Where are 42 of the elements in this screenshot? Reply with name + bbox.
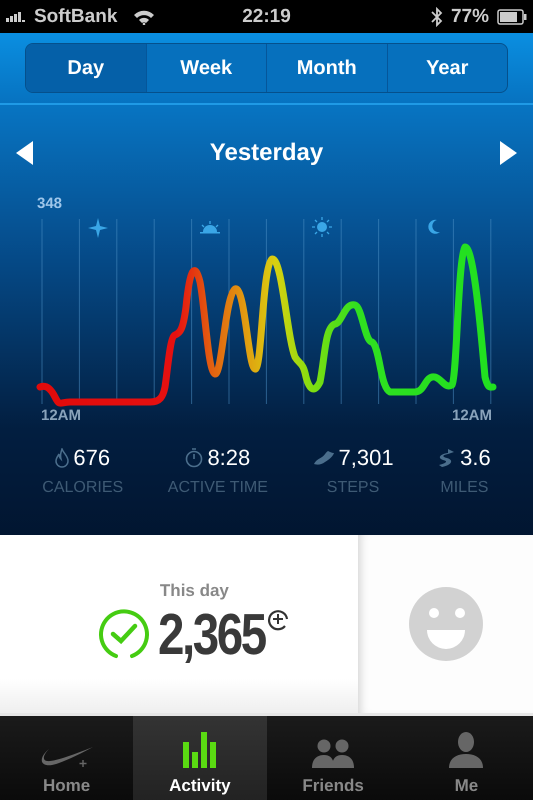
end-time-label: 12AM (452, 407, 492, 424)
wifi-icon (133, 8, 156, 24)
star-icon (88, 218, 108, 238)
stat-value: 7,301 (338, 445, 394, 471)
tab-bar-item[interactable]: Home (0, 716, 134, 800)
sunrise-icon (200, 220, 220, 234)
tab-bar-item[interactable]: Activity (133, 716, 266, 800)
tab-bar-item[interactable]: Me (400, 716, 533, 800)
route-icon (438, 448, 456, 468)
period-tab[interactable]: Week (146, 44, 266, 92)
shoe-icon (312, 450, 334, 466)
max-value-label: 348 (37, 195, 62, 212)
summary-title: This day (160, 580, 230, 600)
date-title: Yesterday (210, 139, 324, 167)
start-time-label: 12AM (41, 407, 82, 424)
battery-percent: 77% (450, 6, 489, 28)
bar-chart-icon (182, 732, 217, 768)
sun-icon (311, 216, 333, 238)
person-icon (449, 732, 484, 768)
tab-bar-item[interactable]: Friends (266, 716, 400, 800)
carrier-name: SoftBank (34, 6, 118, 28)
stat-value: 8:28 (207, 445, 250, 471)
swoosh-icon (40, 746, 94, 768)
period-tab[interactable]: Month (266, 44, 386, 92)
flame-icon (55, 448, 70, 468)
clock-time: 22:19 (242, 6, 291, 28)
stat-value: 676 (73, 445, 110, 471)
stat-label: ACTIVE TIME (168, 479, 268, 497)
right-arrow-icon[interactable] (498, 141, 517, 165)
fuel-points-value: 2,365 (158, 600, 265, 668)
stat-value: 3.6 (460, 445, 491, 471)
battery-icon (497, 8, 527, 24)
left-arrow-icon[interactable] (16, 141, 34, 165)
period-tab[interactable]: Year (386, 44, 507, 92)
stat-label: CALORIES (42, 479, 124, 497)
stat-label: STEPS (326, 479, 380, 497)
stat-label: MILES (440, 479, 488, 497)
stopwatch-icon (185, 448, 204, 468)
people-icon (312, 738, 354, 768)
moon-icon (428, 220, 440, 234)
period-tab[interactable]: Day (26, 44, 146, 92)
bluetooth-icon (430, 6, 443, 26)
